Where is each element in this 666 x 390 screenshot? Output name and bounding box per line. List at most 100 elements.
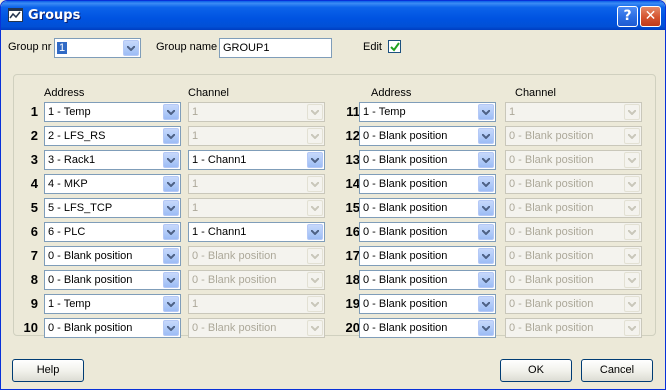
address-select[interactable]: 0 - Blank position [44, 246, 181, 266]
channel-select: 1 [188, 102, 325, 122]
address-select[interactable]: 5 - LFS_TCP [44, 198, 181, 218]
chevron-down-icon [307, 320, 323, 336]
chevron-down-icon [624, 176, 640, 192]
chevron-down-icon [307, 128, 323, 144]
channel-select: 1 [505, 102, 642, 122]
channel-value: 1 [192, 106, 199, 118]
close-icon[interactable]: ✕ [640, 6, 661, 27]
row-number: 16 [345, 224, 360, 239]
address-value: 0 - Blank position [363, 202, 448, 214]
row-number: 12 [345, 128, 360, 143]
address-select[interactable]: 0 - Blank position [359, 246, 496, 266]
chevron-down-icon[interactable] [478, 200, 494, 216]
chevron-down-icon[interactable] [163, 152, 179, 168]
channel-select: 0 - Blank position [505, 150, 642, 170]
dialog-body: Group nr 1 Group name GROUP1 Edit Addres… [4, 30, 662, 387]
chevron-down-icon [624, 320, 640, 336]
chevron-down-icon[interactable] [163, 248, 179, 264]
address-value: 1 - Temp [363, 106, 406, 118]
chevron-down-icon [307, 296, 323, 312]
cancel-button[interactable]: Cancel [581, 359, 653, 382]
address-select[interactable]: 0 - Blank position [359, 150, 496, 170]
address-select[interactable]: 0 - Blank position [359, 126, 496, 146]
chevron-down-icon[interactable] [478, 248, 494, 264]
address-select[interactable]: 1 - Temp [44, 294, 181, 314]
chevron-down-icon[interactable] [163, 224, 179, 240]
address-select[interactable]: 3 - Rack1 [44, 150, 181, 170]
chevron-down-icon[interactable] [163, 200, 179, 216]
address-select[interactable]: 1 - Temp [44, 102, 181, 122]
chevron-down-icon[interactable] [123, 40, 139, 56]
chevron-down-icon [307, 176, 323, 192]
row-number: 13 [345, 152, 360, 167]
channel-value: 0 - Blank position [509, 178, 594, 190]
address-select[interactable]: 0 - Blank position [359, 222, 496, 242]
chevron-down-icon[interactable] [478, 152, 494, 168]
chevron-down-icon[interactable] [307, 152, 323, 168]
edit-checkbox[interactable] [388, 40, 401, 53]
chevron-down-icon[interactable] [163, 272, 179, 288]
channel-value: 0 - Blank position [192, 250, 277, 262]
channel-select: 1 [188, 174, 325, 194]
help-button[interactable]: Help [12, 359, 84, 382]
chevron-down-icon[interactable] [163, 320, 179, 336]
address-select[interactable]: 2 - LFS_RS [44, 126, 181, 146]
address-select[interactable]: 4 - MKP [44, 174, 181, 194]
row-number: 3 [30, 152, 38, 167]
channel-select[interactable]: 1 - Chann1 [188, 222, 325, 242]
chevron-down-icon[interactable] [478, 272, 494, 288]
channel-select[interactable]: 1 - Chann1 [188, 150, 325, 170]
edit-label: Edit [363, 41, 382, 53]
address-value: 5 - LFS_TCP [48, 202, 113, 214]
channel-select: 0 - Blank position [505, 198, 642, 218]
chevron-down-icon[interactable] [163, 104, 179, 120]
address-select[interactable]: 0 - Blank position [359, 270, 496, 290]
chevron-down-icon[interactable] [163, 128, 179, 144]
chevron-down-icon[interactable] [163, 176, 179, 192]
chevron-down-icon [307, 104, 323, 120]
address-select[interactable]: 0 - Blank position [359, 318, 496, 338]
chevron-down-icon [624, 248, 640, 264]
chevron-down-icon[interactable] [478, 104, 494, 120]
group-name-input[interactable]: GROUP1 [219, 38, 332, 58]
title-bar[interactable]: Groups ? ✕ [1, 1, 665, 30]
address-value: 0 - Blank position [363, 298, 448, 310]
chevron-down-icon [307, 200, 323, 216]
left-channel-header: Channel [188, 87, 229, 99]
channel-select: 0 - Blank position [505, 222, 642, 242]
chevron-down-icon[interactable] [478, 128, 494, 144]
channel-select: 0 - Blank position [505, 270, 642, 290]
chevron-down-icon[interactable] [478, 224, 494, 240]
channel-select: 1 [188, 294, 325, 314]
chevron-down-icon[interactable] [163, 296, 179, 312]
address-select[interactable]: 6 - PLC [44, 222, 181, 242]
help-icon[interactable]: ? [617, 6, 638, 27]
channel-select: 0 - Blank position [505, 126, 642, 146]
address-value: 0 - Blank position [363, 322, 448, 334]
address-select[interactable]: 0 - Blank position [44, 270, 181, 290]
chevron-down-icon[interactable] [478, 320, 494, 336]
group-nr-select[interactable]: 1 [54, 38, 141, 58]
channel-value: 1 [192, 178, 199, 190]
row-number: 15 [345, 200, 360, 215]
channel-select: 0 - Blank position [188, 270, 325, 290]
row-number: 18 [345, 272, 360, 287]
address-select[interactable]: 0 - Blank position [359, 198, 496, 218]
channel-select: 0 - Blank position [505, 318, 642, 338]
address-select[interactable]: 1 - Temp [359, 102, 496, 122]
channel-select: 0 - Blank position [505, 294, 642, 314]
chevron-down-icon[interactable] [478, 296, 494, 312]
channel-value: 0 - Blank position [509, 202, 594, 214]
address-value: 2 - LFS_RS [48, 130, 106, 142]
channel-value: 0 - Blank position [192, 274, 277, 286]
address-select[interactable]: 0 - Blank position [359, 294, 496, 314]
chevron-down-icon[interactable] [478, 176, 494, 192]
ok-button[interactable]: OK [500, 359, 572, 382]
chevron-down-icon[interactable] [307, 224, 323, 240]
address-select[interactable]: 0 - Blank position [44, 318, 181, 338]
address-select[interactable]: 0 - Blank position [359, 174, 496, 194]
chevron-down-icon [307, 272, 323, 288]
right-address-header: Address [371, 87, 412, 99]
row-number: 14 [345, 176, 360, 191]
address-value: 0 - Blank position [363, 250, 448, 262]
